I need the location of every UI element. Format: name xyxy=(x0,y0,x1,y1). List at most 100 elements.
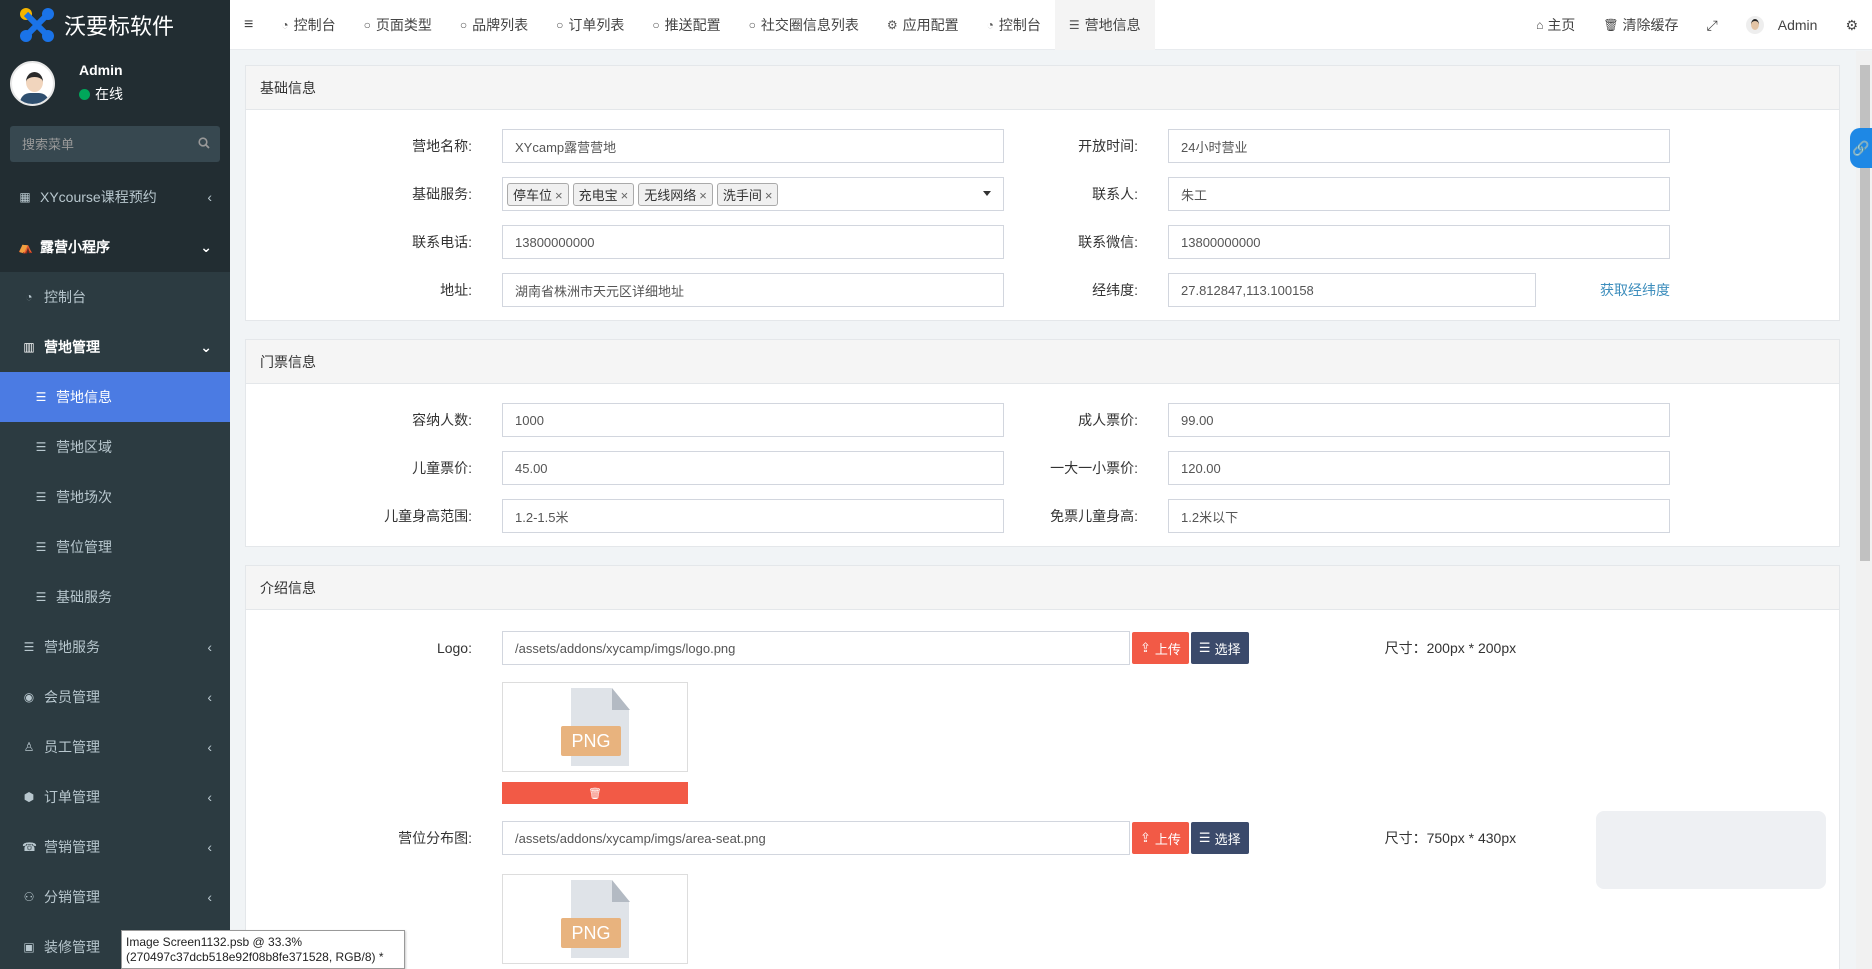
list-icon: ☰ xyxy=(35,440,47,454)
sidebar-item-basic-service[interactable]: ☰ 基础服务 xyxy=(0,572,230,622)
list-icon: ☰ xyxy=(35,490,47,504)
caret-down-icon[interactable] xyxy=(983,191,991,196)
home-link[interactable]: ⌂ 主页 xyxy=(1522,15,1589,35)
sidebar-item-xycourse[interactable]: ▦ XYcourse课程预约 ‹ xyxy=(0,172,230,222)
sidebar-item-camp-session[interactable]: ☰ 营地场次 xyxy=(0,472,230,522)
list-icon: ☰ xyxy=(23,640,35,654)
sidebar-item-staff[interactable]: ♙ 员工管理 ‹ xyxy=(0,722,230,772)
seat-map-path-input[interactable]: /assets/addons/xycamp/imgs/area-seat.png xyxy=(502,821,1130,855)
panel-title: 基础信息 xyxy=(246,66,1839,110)
tab-push-config[interactable]: ○ 推送配置 xyxy=(638,0,734,50)
circle-icon: ○ xyxy=(556,17,564,32)
open-time-input[interactable]: 24小时营业 xyxy=(1168,129,1670,163)
tab-dashboard-2[interactable]: ◔ 控制台 xyxy=(973,0,1055,50)
address-input[interactable]: 湖南省株洲市天元区详细地址 xyxy=(502,273,1004,307)
latlng-label: 经纬度: xyxy=(1092,282,1138,298)
list-icon: ☰ xyxy=(35,540,47,554)
sidebar-item-camp-area[interactable]: ☰ 营地区域 xyxy=(0,422,230,472)
close-icon[interactable]: × xyxy=(555,188,563,203)
circle-icon: ○ xyxy=(748,17,756,32)
tab-dashboard[interactable]: ◔ 控制台 xyxy=(267,0,349,50)
contact-input[interactable]: 朱工 xyxy=(1168,177,1670,211)
tab-social-list[interactable]: ○ 社交圈信息列表 xyxy=(735,0,873,50)
user-status: 在线 xyxy=(79,84,123,104)
sidebar-item-camp-info[interactable]: ☰ 营地信息 xyxy=(0,372,230,422)
close-icon[interactable]: × xyxy=(621,188,629,203)
search-icon[interactable] xyxy=(198,136,210,152)
paint-icon: ▣ xyxy=(23,940,35,954)
basic-info-panel: 基础信息 营地名称: XYcamp露营营地 开放时间: 24小时营业 基础服务:… xyxy=(245,65,1840,321)
select-button[interactable]: ☰ 选择 xyxy=(1190,632,1249,664)
tab-page-type[interactable]: ○ 页面类型 xyxy=(350,0,446,50)
name-label: 营地名称: xyxy=(412,138,472,154)
tab-app-config[interactable]: ⚙ 应用配置 xyxy=(873,0,973,50)
sidebar-item-pitch-manage[interactable]: ☰ 营位管理 xyxy=(0,522,230,572)
tab-order-list[interactable]: ○ 订单列表 xyxy=(542,0,638,50)
family-price-label: 一大一小票价: xyxy=(1050,460,1138,476)
phone-input[interactable]: 13800000000 xyxy=(502,225,1004,259)
chevron-left-icon: ‹ xyxy=(207,689,212,705)
select-button[interactable]: ☰ 选择 xyxy=(1190,822,1249,854)
sidebar-item-member[interactable]: ◉ 会员管理 ‹ xyxy=(0,672,230,722)
floating-link-button[interactable]: 🔗 xyxy=(1850,128,1872,168)
logo-path-input[interactable]: /assets/addons/xycamp/imgs/logo.png xyxy=(502,631,1130,665)
avatar[interactable] xyxy=(10,60,55,106)
sidebar-item-camp-service[interactable]: ☰ 营地服务 ‹ xyxy=(0,622,230,672)
child-price-input[interactable]: 45.00 xyxy=(502,451,1004,485)
png-badge: PNG xyxy=(561,918,621,948)
capacity-input[interactable]: 1000 xyxy=(502,403,1004,437)
upload-button[interactable]: ⇪ 上传 xyxy=(1132,822,1189,854)
adult-price-input[interactable]: 99.00 xyxy=(1168,403,1670,437)
fullscreen-button[interactable]: ⤢ xyxy=(1693,17,1732,34)
clear-cache-button[interactable]: 🗑 清除缓存 xyxy=(1589,15,1692,35)
service-label: 基础服务: xyxy=(412,186,472,202)
user-circle-icon: ◉ xyxy=(23,690,35,704)
service-multiselect[interactable]: 停车位 × 充电宝 × 无线网络 × 洗手间 × xyxy=(502,177,1004,211)
sidebar-toggle-button[interactable]: ≡ xyxy=(230,0,267,50)
seat-map-preview[interactable]: PNG xyxy=(502,874,688,964)
chevron-down-icon: ⌄ xyxy=(200,238,212,255)
image-tooltip: Image Screen1132.psb @ 33.3% (270497c37d… xyxy=(121,930,405,969)
contact-label: 联系人: xyxy=(1092,186,1138,202)
close-icon[interactable]: × xyxy=(699,188,707,203)
wechat-input[interactable]: 13800000000 xyxy=(1168,225,1670,259)
close-icon[interactable]: × xyxy=(765,188,773,203)
search-input[interactable] xyxy=(22,136,198,152)
sidebar-item-dashboard[interactable]: ◔ 控制台 xyxy=(0,272,230,322)
tab-camp-info[interactable]: ☰ 营地信息 xyxy=(1054,0,1155,50)
chevron-left-icon: ‹ xyxy=(207,789,212,805)
page-scrollbar[interactable] xyxy=(1856,51,1872,969)
get-latlng-link[interactable]: 获取经纬度 xyxy=(1600,280,1670,300)
app-title: 沃要标软件 xyxy=(64,14,175,39)
settings-button[interactable]: ⚙ xyxy=(1831,17,1872,34)
sidebar-item-camp-app[interactable]: ⛺ 露营小程序 ⌄ xyxy=(0,222,230,272)
list-icon: ☰ xyxy=(1198,830,1211,845)
camp-icon: ⛺ xyxy=(18,240,33,254)
link-icon: 🔗 xyxy=(1852,139,1870,156)
tab-brand-list[interactable]: ○ 品牌列表 xyxy=(446,0,542,50)
family-price-input[interactable]: 120.00 xyxy=(1168,451,1670,485)
latlng-input[interactable]: 27.812847,113.100158 xyxy=(1168,273,1536,307)
main-content: 基础信息 营地名称: XYcamp露营营地 开放时间: 24小时营业 基础服务:… xyxy=(230,51,1872,969)
user-menu[interactable]: Admin xyxy=(1732,16,1832,34)
sidebar-item-order[interactable]: ⬢ 订单管理 ‹ xyxy=(0,772,230,822)
camp-name-input[interactable]: XYcamp露营营地 xyxy=(502,129,1004,163)
upload-button[interactable]: ⇪ 上传 xyxy=(1132,632,1189,664)
sidebar-search xyxy=(10,126,220,162)
free-height-input[interactable]: 1.2米以下 xyxy=(1168,499,1670,533)
file-fold xyxy=(612,880,630,902)
child-height-input[interactable]: 1.2-1.5米 xyxy=(502,499,1004,533)
avatar xyxy=(1745,16,1764,34)
dashboard-icon: ◔ xyxy=(281,17,289,32)
logo-preview[interactable]: PNG xyxy=(502,682,688,772)
chevron-left-icon: ‹ xyxy=(207,839,212,855)
dashboard-icon: ◔ xyxy=(986,17,994,32)
sidebar-item-marketing[interactable]: ☎ 营销管理 ‹ xyxy=(0,822,230,872)
hamburger-icon: ≡ xyxy=(244,15,254,33)
sidebar-item-camp-manage[interactable]: ▥ 营地管理 ⌄ xyxy=(0,322,230,372)
delete-logo-button[interactable]: 🗑 xyxy=(502,782,688,804)
app-logo[interactable]: 沃要标软件 xyxy=(0,0,230,50)
capacity-label: 容纳人数: xyxy=(412,412,472,428)
sidebar-item-distribution[interactable]: ⚇ 分销管理 ‹ xyxy=(0,872,230,922)
list-icon: ☰ xyxy=(1068,17,1080,32)
